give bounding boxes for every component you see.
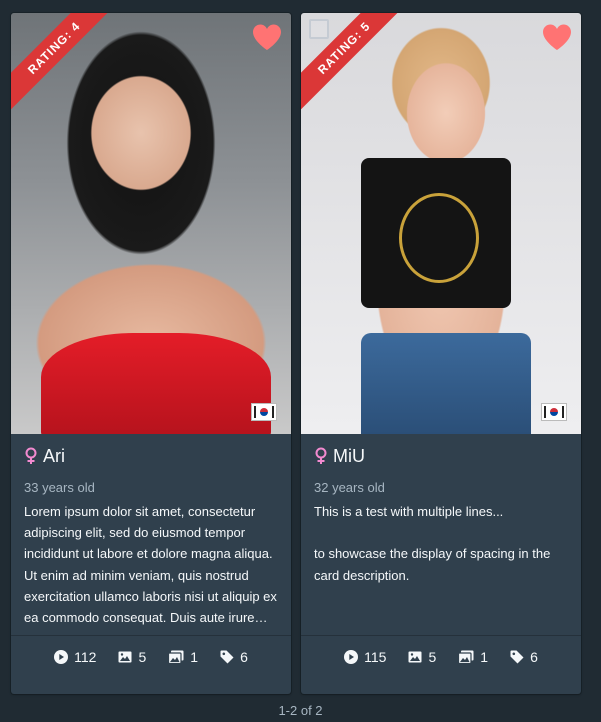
tags-count-value: 6 xyxy=(240,649,248,665)
south-korea-flag-icon xyxy=(541,403,567,421)
performer-description: This is a test with multiple lines... to… xyxy=(314,504,551,583)
performer-age: 33 years old xyxy=(24,480,95,495)
select-checkbox[interactable] xyxy=(309,19,329,39)
performer-name[interactable]: Ari xyxy=(43,446,65,467)
plays-count-value: 112 xyxy=(74,649,97,665)
galleries-count[interactable]: 1 xyxy=(168,649,198,665)
female-icon xyxy=(25,447,37,464)
tags-count[interactable]: 6 xyxy=(220,649,248,665)
plays-count-value: 115 xyxy=(364,649,387,665)
performer-card[interactable]: RATING: 5 MiU 32 years old This is a tes… xyxy=(301,13,581,694)
tags-count[interactable]: 6 xyxy=(510,649,538,665)
card-divider xyxy=(11,635,291,636)
tag-icon xyxy=(220,650,234,664)
performer-card[interactable]: RATING: 4 Ari 33 years old Lorem ipsum d… xyxy=(11,13,291,694)
image-detail xyxy=(399,193,479,283)
pagination-label: 1-2 of 2 xyxy=(278,703,323,718)
performer-image[interactable]: RATING: 5 xyxy=(301,13,581,434)
images-count-value: 5 xyxy=(428,649,437,665)
performer-name[interactable]: MiU xyxy=(333,446,365,467)
favorite-heart-icon[interactable] xyxy=(251,23,283,51)
card-stats: 112 5 1 6 xyxy=(11,647,291,667)
tags-count-value: 6 xyxy=(530,649,538,665)
galleries-count-value: 1 xyxy=(190,649,199,665)
image-detail xyxy=(41,333,271,434)
female-icon xyxy=(315,447,327,464)
images-count[interactable]: 5 xyxy=(408,649,436,665)
rating-banner: RATING: 4 xyxy=(11,13,117,111)
images-count[interactable]: 5 xyxy=(118,649,146,665)
card-divider xyxy=(301,635,581,636)
favorite-heart-icon[interactable] xyxy=(541,23,573,51)
gallery-icon xyxy=(458,650,474,664)
play-icon xyxy=(344,650,359,664)
image-icon xyxy=(118,651,132,663)
card-stats: 115 5 1 6 xyxy=(301,647,581,667)
plays-count[interactable]: 112 xyxy=(54,649,96,665)
galleries-count[interactable]: 1 xyxy=(458,649,488,665)
tag-icon xyxy=(510,650,524,664)
gallery-icon xyxy=(168,650,184,664)
performer-age: 32 years old xyxy=(314,480,385,495)
image-detail xyxy=(361,333,531,434)
performer-image[interactable]: RATING: 4 xyxy=(11,13,291,434)
south-korea-flag-icon xyxy=(251,403,277,421)
images-count-value: 5 xyxy=(138,649,147,665)
galleries-count-value: 1 xyxy=(480,649,489,665)
play-icon xyxy=(54,650,69,664)
image-icon xyxy=(408,651,422,663)
plays-count[interactable]: 115 xyxy=(344,649,386,665)
performer-description: Lorem ipsum dolor sit amet, consectetur … xyxy=(24,504,277,626)
